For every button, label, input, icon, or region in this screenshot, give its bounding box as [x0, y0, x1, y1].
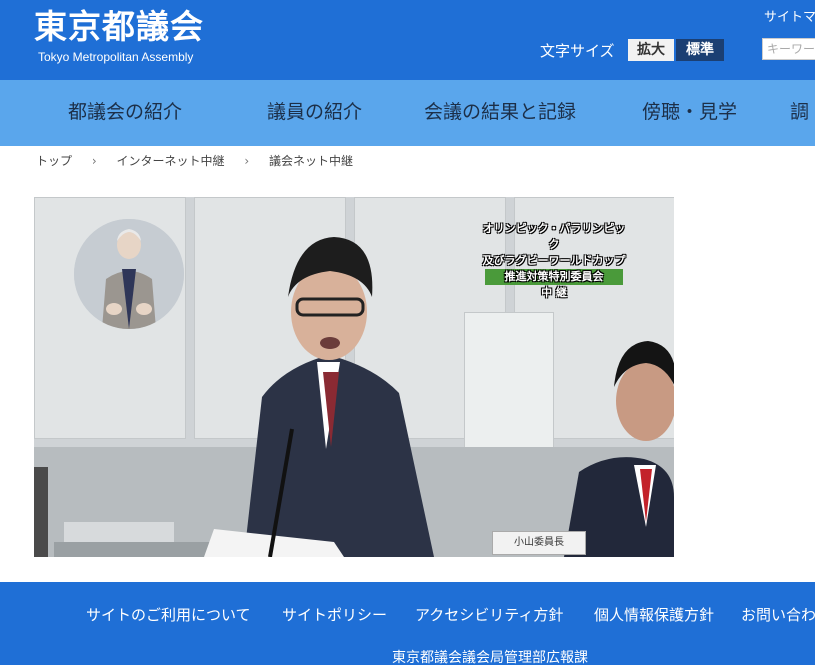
site-logo[interactable]: 東京都議会	[34, 6, 204, 48]
font-size-standard-button[interactable]: 標準	[676, 39, 724, 61]
breadcrumb-home[interactable]: トップ	[36, 154, 72, 168]
font-size-label: 文字サイズ	[540, 42, 615, 60]
caption-line: 中 継	[541, 286, 567, 299]
video-player[interactable]: オリンピック・パラリンピック 及びラグビーワールドカップ 推進対策特別委員会 中…	[34, 197, 674, 557]
nav-item-observation[interactable]: 傍聴・見学	[642, 80, 737, 146]
footer-link-contact[interactable]: お問い合わ	[741, 604, 815, 625]
footer-link-site-policy[interactable]: サイトポリシー	[282, 604, 387, 625]
nameplate: 小山委員長	[492, 531, 586, 555]
nav-item-about-assembly[interactable]: 都議会の紹介	[68, 80, 182, 146]
nav-item-members[interactable]: 議員の紹介	[267, 80, 362, 146]
caption-line: 推進対策特別委員会	[485, 269, 623, 285]
breadcrumb: トップ › インターネット中継 › 議会ネット中継	[36, 152, 353, 169]
breadcrumb-current: 議会ネット中継	[268, 154, 353, 168]
site-logo-english[interactable]: Tokyo Metropolitan Assembly	[38, 50, 193, 64]
search-input[interactable]	[762, 38, 815, 60]
caption-line: 及びラグビーワールドカップ	[482, 254, 626, 267]
footer-link-accessibility[interactable]: アクセシビリティ方針	[415, 604, 563, 625]
sitemap-link[interactable]: サイトマ	[764, 6, 815, 25]
breadcrumb-separator: ›	[244, 154, 250, 168]
footer-link-site-usage[interactable]: サイトのご利用について	[86, 604, 251, 625]
font-size-large-button[interactable]: 拡大	[628, 39, 674, 61]
breadcrumb-separator: ›	[91, 154, 97, 168]
footer-organization: 東京都議会議会局管理部広報課	[392, 650, 588, 666]
site-header: 東京都議会 Tokyo Metropolitan Assembly サイトマ 文…	[0, 0, 815, 80]
footer-link-privacy[interactable]: 個人情報保護方針	[594, 604, 714, 625]
broadcast-caption: オリンピック・パラリンピック 及びラグビーワールドカップ 推進対策特別委員会 中…	[481, 221, 627, 301]
nav-item-meeting-records[interactable]: 会議の結果と記録	[424, 80, 576, 146]
global-nav: 都議会の紹介 議員の紹介 会議の結果と記録 傍聴・見学 調	[0, 80, 815, 146]
breadcrumb-internet-broadcast[interactable]: インターネット中継	[116, 154, 224, 168]
nav-item-research[interactable]: 調	[790, 80, 809, 146]
caption-line: オリンピック・パラリンピック	[482, 222, 626, 251]
site-footer: サイトのご利用について サイトポリシー アクセシビリティ方針 個人情報保護方針 …	[0, 582, 815, 666]
